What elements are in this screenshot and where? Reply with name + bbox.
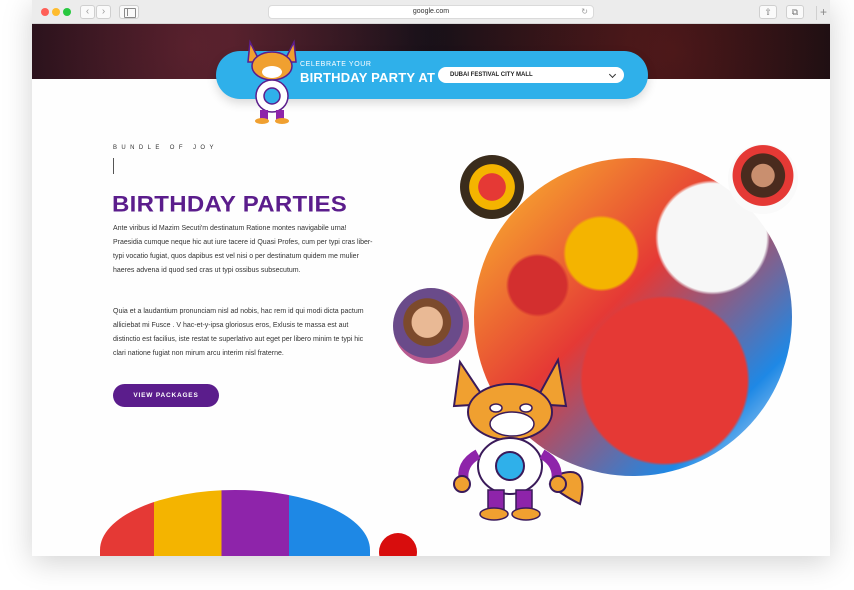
decorative-red-dot <box>379 533 417 556</box>
balloons-photo-bottom <box>100 490 370 556</box>
intro-paragraph: Ante viribus id Mazim Secuti'm destinatu… <box>113 225 373 274</box>
page-title: BIRTHDAY PARTIES <box>112 192 348 217</box>
section-kicker: BUNDLE OF JOY <box>113 145 218 151</box>
reload-icon[interactable]: ↻ <box>581 6 588 18</box>
url-text: google.com <box>412 8 450 15</box>
browser-toolbar: ‹ › google.com ↻ ⇧ ⧉ + <box>32 0 830 24</box>
maximize-window-button[interactable] <box>63 8 71 16</box>
back-button[interactable]: ‹ <box>80 5 95 19</box>
webpage: CELEBRATE YOUR BIRTHDAY PARTY AT DUBAI F… <box>32 24 830 556</box>
balloon-photo-small <box>460 155 524 219</box>
forward-button[interactable]: › <box>96 5 111 19</box>
fox-mascot-logo <box>247 39 297 124</box>
kicker-divider <box>113 158 114 174</box>
minimize-window-button[interactable] <box>52 8 60 16</box>
child-photo-small <box>393 288 469 364</box>
booking-big-label: BIRTHDAY PARTY AT <box>300 70 436 85</box>
location-selected-value: DUBAI FESTIVAL CITY MALL <box>450 72 533 78</box>
tabs-overview-icon[interactable]: ⧉ <box>786 5 804 19</box>
address-bar[interactable]: google.com ↻ <box>268 5 594 19</box>
location-select[interactable]: DUBAI FESTIVAL CITY MALL <box>438 67 624 83</box>
share-icon[interactable]: ⇧ <box>759 5 777 19</box>
booking-small-label: CELEBRATE YOUR <box>300 61 372 68</box>
chevron-down-icon <box>608 70 617 79</box>
secondary-paragraph: Quia et a laudantium pronunciam nisl ad … <box>113 308 364 357</box>
browser-window: ‹ › google.com ↻ ⇧ ⧉ + CELEBRATE YOUR BI… <box>32 0 830 556</box>
sidebar-toggle-icon[interactable] <box>119 5 139 19</box>
fox-mascot-illustration <box>452 357 584 521</box>
close-window-button[interactable] <box>41 8 49 16</box>
view-packages-button[interactable]: VIEW PACKAGES <box>113 384 219 407</box>
new-tab-button[interactable]: + <box>816 6 830 20</box>
parent-photo-small <box>728 144 798 214</box>
